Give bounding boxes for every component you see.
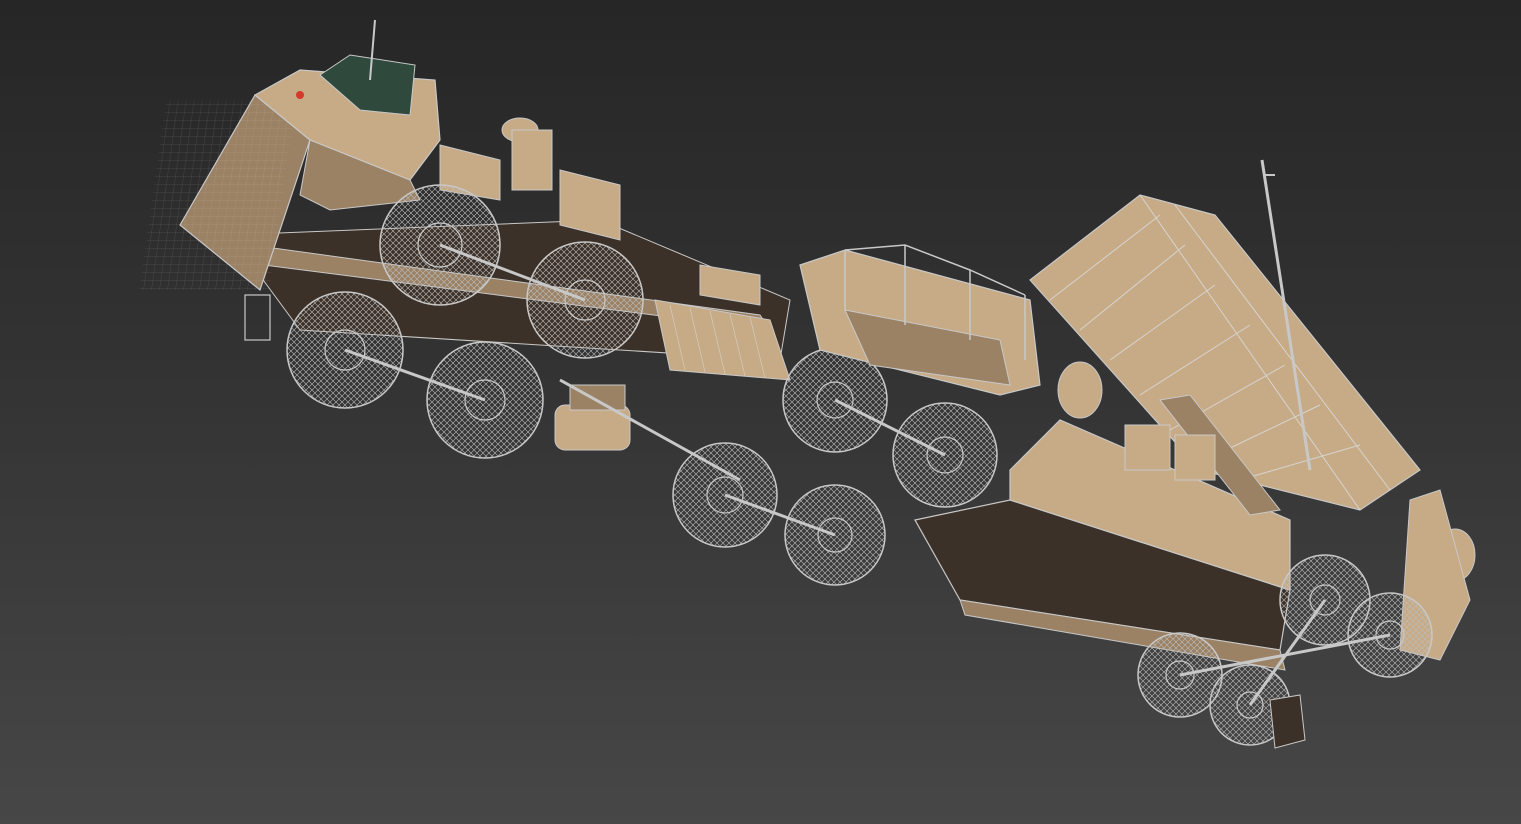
launcher-equipment-box-2 — [1174, 434, 1216, 481]
cab-step — [244, 294, 271, 341]
wireframe-scene[interactable] — [0, 0, 1521, 824]
launcher-equipment-box-1 — [1124, 424, 1171, 471]
mud-flap — [1269, 694, 1306, 749]
red-marker-light — [296, 91, 304, 99]
exhaust-stack — [511, 129, 553, 191]
outrigger-pad-left — [1057, 361, 1103, 419]
truck-grille-mesh — [139, 100, 296, 290]
3d-viewport[interactable] — [0, 0, 1521, 824]
